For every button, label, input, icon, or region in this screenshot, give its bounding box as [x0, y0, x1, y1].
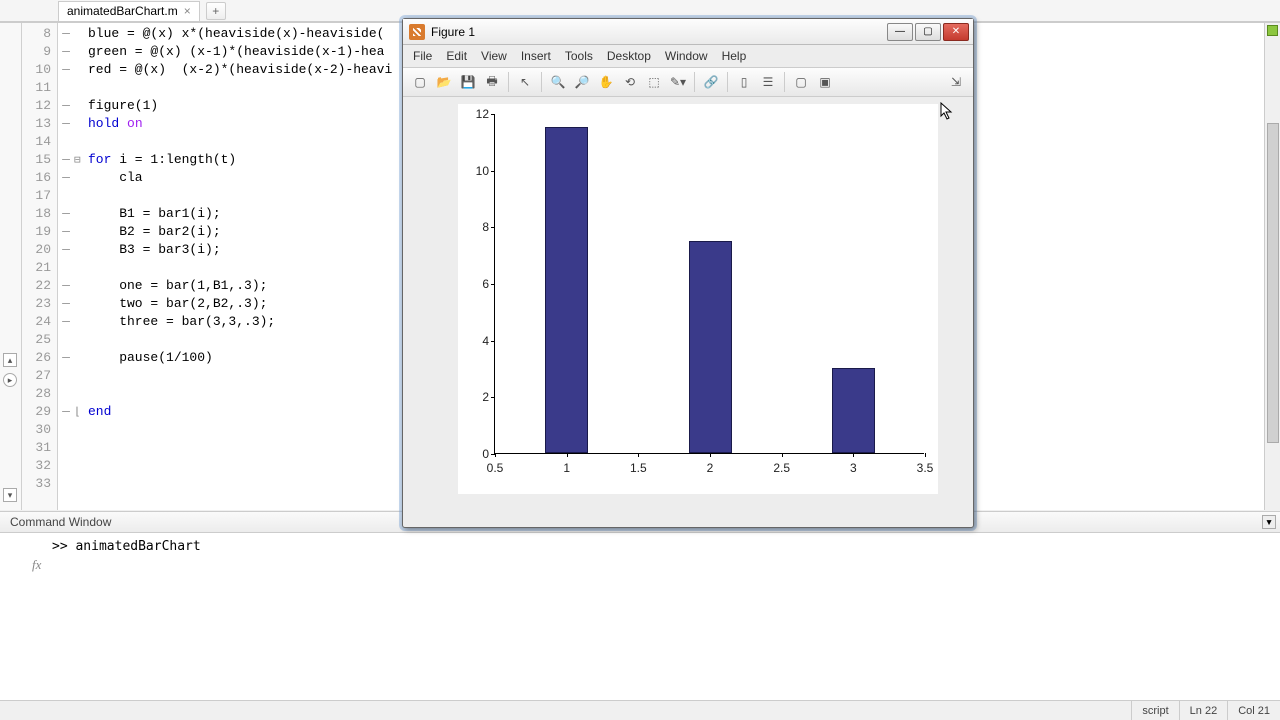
editor-scrollbar[interactable]	[1264, 23, 1280, 510]
gutter-expand-icon[interactable]: ▴	[3, 353, 17, 367]
bar-1[interactable]	[545, 127, 588, 453]
axes[interactable]: 0246810120.511.522.533.5	[494, 114, 924, 454]
rotate-icon[interactable]: ⟲	[619, 71, 641, 93]
menu-window[interactable]: Window	[665, 49, 708, 63]
menu-view[interactable]: View	[481, 49, 507, 63]
bar-2[interactable]	[689, 241, 732, 454]
x-tick-label: 3	[850, 461, 857, 475]
y-tick-label: 8	[463, 220, 489, 234]
code-health-indicator	[1267, 25, 1278, 36]
colorbar-icon[interactable]: ▯	[733, 71, 755, 93]
pan-icon[interactable]: ✋	[595, 71, 617, 93]
link-icon[interactable]: 🔗	[700, 71, 722, 93]
zoom-in-icon[interactable]: 🔍	[547, 71, 569, 93]
brush-icon[interactable]: ✎▾	[667, 71, 689, 93]
fx-icon[interactable]: fx	[32, 557, 41, 573]
y-tick-label: 12	[463, 107, 489, 121]
legend-icon[interactable]: ☰	[757, 71, 779, 93]
status-bar: script Ln 22 Col 21	[0, 700, 1280, 720]
x-tick-label: 2.5	[773, 461, 790, 475]
breakpoint-gutter: – – – – – – – – – – – – – – –	[58, 23, 74, 510]
show-tools-icon[interactable]: ▣	[814, 71, 836, 93]
x-tick-label: 2	[707, 461, 714, 475]
close-icon[interactable]: ×	[184, 5, 191, 17]
axes-background: 0 2 4 6 8 10 12 0.5 1 1.5 2 2.5 3 3.5	[458, 104, 938, 494]
menu-help[interactable]: Help	[722, 49, 747, 63]
x-tick-label: 1	[563, 461, 570, 475]
command-window-menu-icon[interactable]: ▾	[1262, 515, 1276, 529]
open-icon[interactable]: 📂	[433, 71, 455, 93]
zoom-out-icon[interactable]: 🔎	[571, 71, 593, 93]
menu-tools[interactable]: Tools	[565, 49, 593, 63]
data-cursor-icon[interactable]: ⬚	[643, 71, 665, 93]
command-window-label: Command Window	[10, 515, 111, 529]
bar-3[interactable]	[832, 368, 875, 453]
x-tick-label: 1.5	[630, 461, 647, 475]
hide-tools-icon[interactable]: ▢	[790, 71, 812, 93]
x-tick-label: 0.5	[487, 461, 504, 475]
pointer-icon[interactable]: ↖	[514, 71, 536, 93]
status-col: Col 21	[1227, 701, 1280, 720]
save-icon[interactable]: 💾	[457, 71, 479, 93]
dock-icon[interactable]: ⇲	[945, 71, 967, 93]
print-icon[interactable]: 🖶	[481, 71, 503, 93]
x-tick-label: 3.5	[917, 461, 934, 475]
figure-menubar: File Edit View Insert Tools Desktop Window Help	[403, 45, 973, 68]
figure-icon	[409, 24, 425, 40]
scrollbar-thumb[interactable]	[1267, 123, 1279, 443]
y-tick-label: 10	[463, 164, 489, 178]
status-mode: script	[1131, 701, 1178, 720]
command-prompt: >>	[52, 539, 75, 554]
command-window[interactable]: ▾ >> animatedBarChart fx	[0, 533, 1280, 700]
menu-file[interactable]: File	[413, 49, 432, 63]
editor-left-gutter: ▴ ▸ ▾	[0, 23, 22, 510]
y-tick-label: 6	[463, 277, 489, 291]
y-tick-label: 2	[463, 390, 489, 404]
figure-title: Figure 1	[431, 25, 475, 39]
line-number-gutter: 8 9 10 11 12 13 14 15 16 17 18 19 20 21 …	[22, 23, 58, 510]
y-tick-label: 4	[463, 334, 489, 348]
fold-gutter: ⊟ ⌊	[74, 23, 88, 510]
editor-tab[interactable]: animatedBarChart.m ×	[58, 1, 200, 21]
gutter-collapse-icon[interactable]: ▾	[3, 488, 17, 502]
menu-desktop[interactable]: Desktop	[607, 49, 651, 63]
figure-window: Figure 1 — ▢ ✕ File Edit View Insert Tools De…	[402, 18, 974, 528]
gutter-run-icon[interactable]: ▸	[3, 373, 17, 387]
maximize-button[interactable]: ▢	[915, 23, 941, 41]
new-tab-button[interactable]: +	[206, 2, 226, 20]
tab-label: animatedBarChart.m	[67, 4, 178, 18]
minimize-button[interactable]: —	[887, 23, 913, 41]
close-button[interactable]: ✕	[943, 23, 969, 41]
figure-titlebar[interactable]: Figure 1 — ▢ ✕	[403, 19, 973, 45]
figure-toolbar: ▢ 📂 💾 🖶 ↖ 🔍 🔎 ✋ ⟲ ⬚ ✎▾ 🔗 ▯ ☰ ▢ ▣ ⇲	[403, 68, 973, 97]
command-entry: animatedBarChart	[75, 539, 200, 554]
new-figure-icon[interactable]: ▢	[409, 71, 431, 93]
menu-edit[interactable]: Edit	[446, 49, 467, 63]
menu-insert[interactable]: Insert	[521, 49, 551, 63]
y-tick-label: 0	[463, 447, 489, 461]
status-line: Ln 22	[1179, 701, 1228, 720]
